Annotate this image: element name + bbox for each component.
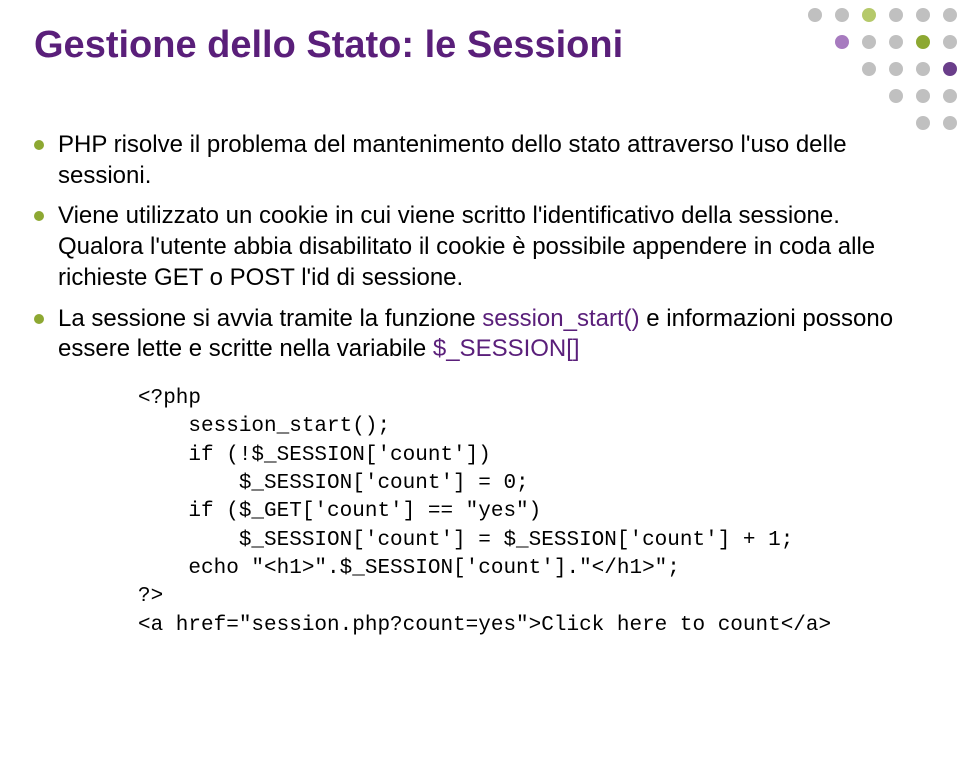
code-line: <?php <box>138 387 201 410</box>
bullet-text: Viene utilizzato un cookie in cui viene … <box>58 201 910 293</box>
code-line: if ($_GET['count'] == "yes") <box>138 500 541 523</box>
code-line: session_start(); <box>138 415 390 438</box>
code-accent: $_SESSION[] <box>433 335 580 362</box>
code-line: $_SESSION['count'] = $_SESSION['count'] … <box>138 529 793 552</box>
code-accent: session_start() <box>482 305 639 332</box>
corner-dots-decoration <box>780 0 960 140</box>
bullet-dot-icon <box>34 314 44 324</box>
code-line: if (!$_SESSION['count']) <box>138 444 491 467</box>
slide-content: PHP risolve il problema del mantenimento… <box>34 130 910 640</box>
bullet-item: PHP risolve il problema del mantenimento… <box>34 130 910 191</box>
bullet-item: La sessione si avvia tramite la funzione… <box>34 304 910 365</box>
bullet-dot-icon <box>34 211 44 221</box>
code-block: <?php session_start(); if (!$_SESSION['c… <box>138 385 910 640</box>
bullet-text: La sessione si avvia tramite la funzione… <box>58 304 910 365</box>
bullet-dot-icon <box>34 140 44 150</box>
code-line: ?> <box>138 585 163 608</box>
slide-title: Gestione dello Stato: le Sessioni <box>34 24 623 67</box>
bullet-text: PHP risolve il problema del mantenimento… <box>58 130 910 191</box>
code-line: <a href="session.php?count=yes">Click he… <box>138 614 831 637</box>
code-line: $_SESSION['count'] = 0; <box>138 472 529 495</box>
text-part: La sessione si avvia tramite la funzione <box>58 305 482 332</box>
bullet-item: Viene utilizzato un cookie in cui viene … <box>34 201 910 293</box>
code-line: echo "<h1>".$_SESSION['count']."</h1>"; <box>138 557 680 580</box>
